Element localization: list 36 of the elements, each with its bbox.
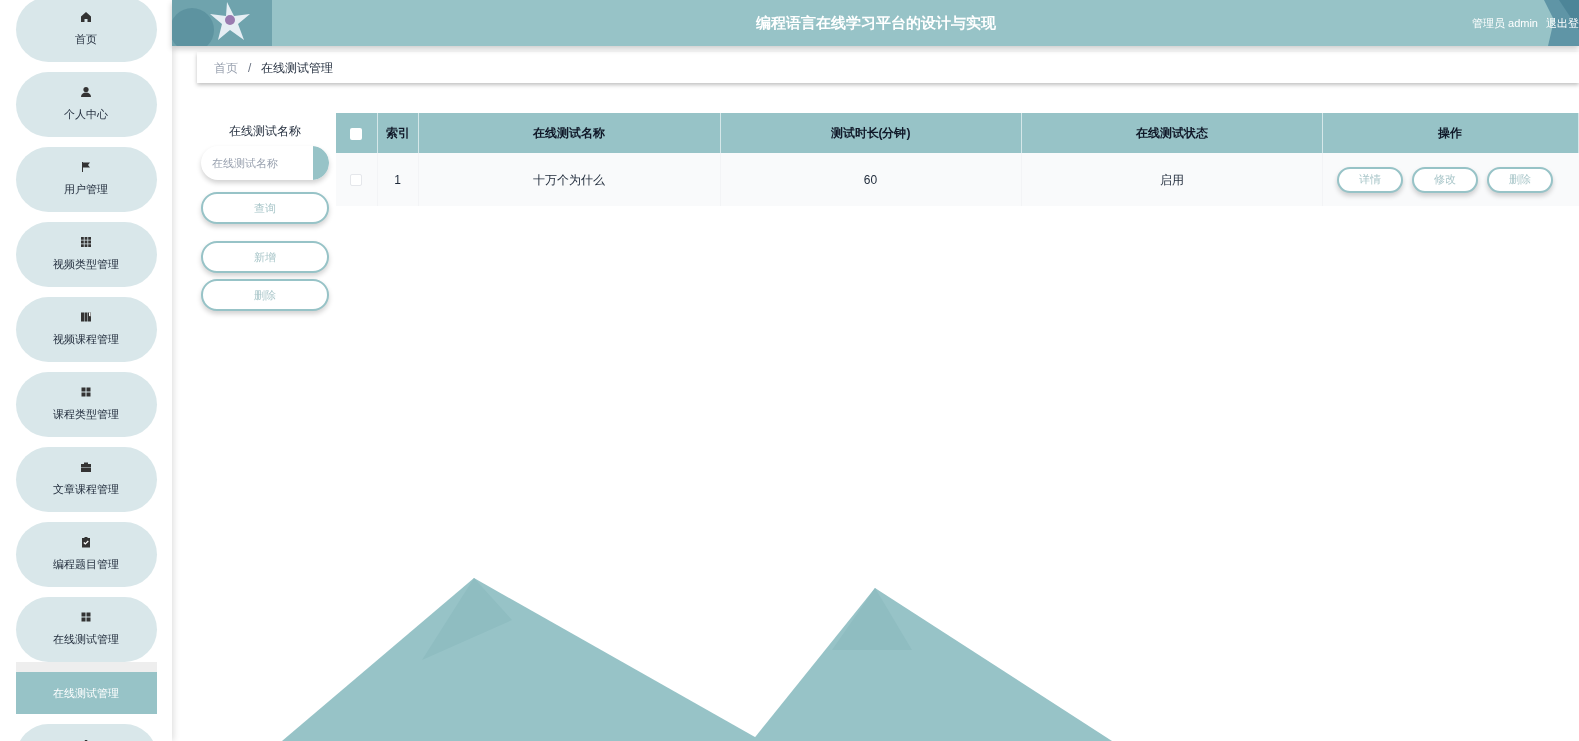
table-cell: 启用 [1159, 172, 1184, 187]
sidebar-item[interactable]: 首页 [15, 0, 157, 62]
column-header: 在线测试名称 [533, 126, 605, 140]
sidebar-icon [80, 386, 92, 399]
sidebar-icon [80, 86, 92, 99]
sidebar-icon [80, 311, 92, 324]
user-name: 管理员 admin [1471, 15, 1538, 31]
sidebar-item[interactable]: 视频课程管理 [15, 297, 157, 362]
site-title: 编程语言在线学习平台的设计与实现 [755, 12, 996, 33]
sidebar-item[interactable]: 文章课程管理 [15, 447, 157, 512]
search-label: 在线测试名称 [229, 123, 301, 140]
sidebar-icon [80, 161, 92, 174]
table-cell: 60 [863, 172, 878, 187]
sidebar-item[interactable]: 课程类型管理 [15, 372, 157, 437]
sidebar-icon [80, 461, 92, 474]
column-header: 在线测试状态 [1135, 126, 1208, 140]
sidebar-icon [80, 236, 92, 249]
breadcrumb-current: 在线测试管理 [261, 59, 334, 77]
table-cell: 1 [394, 172, 401, 187]
sidebar-icon [80, 536, 92, 549]
sidebar-icon [80, 611, 92, 624]
sidebar-item[interactable]: 个人中心 [15, 72, 157, 137]
sidebar-item[interactable]: 在线测试管理 [15, 597, 157, 662]
search-field-cap [313, 146, 329, 180]
column-header: 测试时长(分钟) [830, 126, 911, 140]
checkbox[interactable] [350, 127, 363, 140]
sidebar-item[interactable]: 用户管理 [15, 147, 157, 212]
breadcrumb-separator: / [248, 59, 252, 77]
sidebar-item[interactable]: 视频类型管理 [15, 222, 157, 287]
search-field[interactable]: 在线测试名称 [201, 146, 313, 180]
column-header: 操作 [1438, 126, 1463, 140]
sidebar-icon [80, 11, 92, 24]
column-header: 索引 [385, 126, 410, 140]
table-cell: 十万个为什么 [533, 172, 605, 187]
sidebar-item[interactable]: 编程题目管理 [15, 522, 157, 587]
checkbox[interactable] [350, 174, 363, 187]
